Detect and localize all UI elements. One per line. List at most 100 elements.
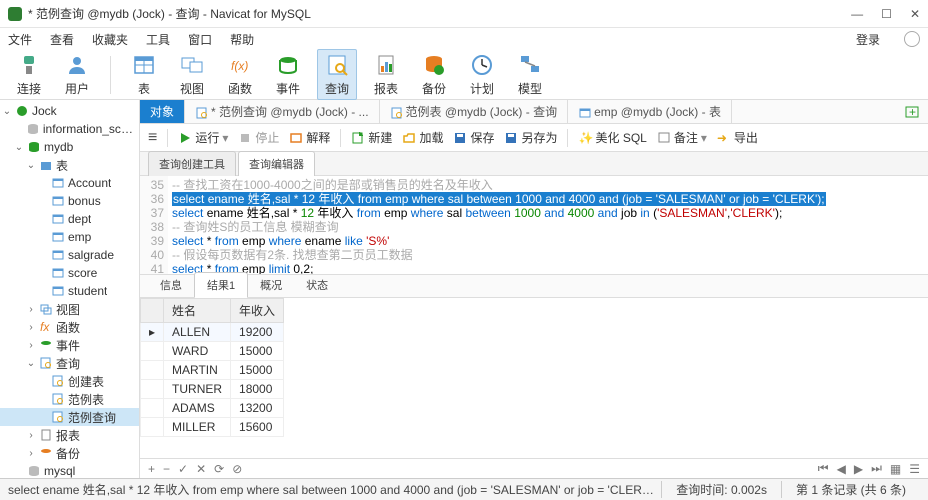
tree-item[interactable]: 范例表: [0, 390, 139, 408]
tree-twisty-icon[interactable]: ›: [26, 304, 36, 315]
restab-profile[interactable]: 概况: [248, 273, 294, 297]
tree-item[interactable]: ›fx函数: [0, 318, 139, 336]
beautify-button[interactable]: ✨美化 SQL: [578, 129, 646, 146]
table-row[interactable]: MILLER15600: [141, 418, 284, 437]
nav-next-icon[interactable]: ▶: [854, 462, 863, 476]
toolbar-user[interactable]: 用户: [58, 50, 96, 99]
tree-twisty-icon[interactable]: ›: [26, 448, 36, 459]
toolbar-schedule[interactable]: 计划: [463, 50, 501, 99]
stop-button[interactable]: 停止: [238, 129, 279, 146]
minimize-button[interactable]: —: [851, 7, 863, 21]
nav-add-icon[interactable]: +: [148, 462, 155, 476]
tree-item[interactable]: ›报表: [0, 426, 139, 444]
restab-info[interactable]: 信息: [148, 273, 194, 297]
tree-item[interactable]: mysql: [0, 462, 139, 478]
menu-icon[interactable]: ≡: [148, 129, 157, 147]
tree-twisty-icon[interactable]: ⌄: [26, 358, 36, 369]
toolbar-event[interactable]: 事件: [269, 50, 307, 99]
nav-prev-icon[interactable]: ◀: [837, 462, 846, 476]
object-tree[interactable]: ⌄Jockinformation_schema⌄mydb⌄表Accountbon…: [0, 100, 140, 478]
nav-ok-icon[interactable]: ✓: [178, 462, 188, 476]
close-button[interactable]: ✕: [910, 7, 920, 21]
sql-editor[interactable]: 3536373839404142 -- 查找工资在1000-4000之间的是部或…: [140, 176, 928, 274]
tree-twisty-icon[interactable]: ›: [26, 322, 36, 333]
login-link[interactable]: 登录: [856, 31, 880, 48]
tree-item[interactable]: ⌄mydb: [0, 138, 139, 156]
tree-twisty-icon[interactable]: ⌄: [2, 106, 12, 117]
subtab-editor[interactable]: 查询编辑器: [238, 151, 315, 176]
menu-window[interactable]: 窗口: [188, 31, 212, 48]
menu-tools[interactable]: 工具: [146, 31, 170, 48]
nav-cancel-icon[interactable]: ✕: [196, 462, 206, 476]
tree-item[interactable]: ⌄查询: [0, 354, 139, 372]
toolbar-fx[interactable]: f(x)函数: [221, 50, 259, 99]
toolbar-query[interactable]: 查询: [317, 49, 357, 100]
toolbar-model[interactable]: 模型: [511, 50, 549, 99]
tree-item[interactable]: ›备份: [0, 444, 139, 462]
nav-first-icon[interactable]: ⏮: [818, 461, 829, 476]
new-button[interactable]: 新建: [351, 129, 392, 146]
nav-grid-icon[interactable]: ▦: [890, 462, 901, 476]
menu-view[interactable]: 查看: [50, 31, 74, 48]
tree-item[interactable]: information_schema: [0, 120, 139, 138]
tree-item[interactable]: score: [0, 264, 139, 282]
run-button[interactable]: 运行▾: [178, 129, 228, 146]
tree-item[interactable]: Account: [0, 174, 139, 192]
saveas-button[interactable]: 另存为: [504, 129, 557, 146]
result-grid[interactable]: 姓名年收入▸ALLEN19200WARD15000MARTIN15000TURN…: [140, 298, 928, 458]
new-tab-icon[interactable]: +: [904, 104, 920, 120]
doc-tab[interactable]: 对象: [140, 100, 185, 123]
restab-result1[interactable]: 结果1: [194, 272, 248, 298]
toolbar-report[interactable]: 报表: [367, 50, 405, 99]
tree-item[interactable]: ›视图: [0, 300, 139, 318]
subtab-builder[interactable]: 查询创建工具: [148, 151, 236, 176]
menu-file[interactable]: 文件: [8, 31, 32, 48]
table-row[interactable]: ▸ALLEN19200: [141, 323, 284, 342]
nav-del-icon[interactable]: −: [163, 462, 170, 476]
toolbar-plug[interactable]: 连接: [10, 50, 48, 99]
explain-button[interactable]: 解释: [289, 129, 330, 146]
nav-last-icon[interactable]: ⏭: [871, 461, 882, 476]
tree-item[interactable]: student: [0, 282, 139, 300]
tree-twisty-icon[interactable]: ⌄: [14, 142, 24, 153]
maximize-button[interactable]: ☐: [881, 7, 892, 21]
nav-form-icon[interactable]: ☰: [909, 462, 920, 476]
restab-status[interactable]: 状态: [294, 273, 340, 297]
nav-refresh-icon[interactable]: ⟳: [214, 462, 224, 476]
tree-item[interactable]: ›事件: [0, 336, 139, 354]
note-button[interactable]: 备注▾: [657, 129, 707, 146]
save-button[interactable]: 保存: [453, 129, 494, 146]
col-header[interactable]: 姓名: [164, 299, 231, 323]
tree-twisty-icon[interactable]: ›: [26, 430, 36, 441]
toolbar-view[interactable]: 视图: [173, 50, 211, 99]
menu-help[interactable]: 帮助: [230, 31, 254, 48]
tree-item[interactable]: emp: [0, 228, 139, 246]
menu-fav[interactable]: 收藏夹: [92, 31, 128, 48]
tree-item[interactable]: bonus: [0, 192, 139, 210]
tree-label: emp: [68, 230, 91, 244]
user-avatar-icon[interactable]: [904, 31, 920, 47]
table-row[interactable]: WARD15000: [141, 342, 284, 361]
tree-twisty-icon[interactable]: ›: [26, 340, 36, 351]
tree-item[interactable]: ⌄表: [0, 156, 139, 174]
tree-twisty-icon[interactable]: ⌄: [26, 160, 36, 171]
doc-tab[interactable]: * 范例查询 @mydb (Jock) - ...: [185, 100, 380, 123]
toolbar-backup[interactable]: 备份: [415, 50, 453, 99]
table-row[interactable]: ADAMS13200: [141, 399, 284, 418]
export-button[interactable]: ➜导出: [717, 129, 758, 146]
table-row[interactable]: MARTIN15000: [141, 361, 284, 380]
tree-item[interactable]: 范例查询: [0, 408, 139, 426]
tree-item[interactable]: 创建表: [0, 372, 139, 390]
tree-item[interactable]: ⌄Jock: [0, 102, 139, 120]
doc-tab[interactable]: 范例表 @mydb (Jock) - 查询: [380, 100, 569, 123]
doc-tab[interactable]: emp @mydb (Jock) - 表: [568, 100, 732, 123]
toolbar-table[interactable]: 表: [125, 50, 163, 99]
status-sql: select ename 姓名,sal * 12 年收入 from emp wh…: [8, 481, 661, 498]
load-button[interactable]: 加载: [402, 129, 443, 146]
code-area[interactable]: -- 查找工资在1000-4000之间的是部或销售员的姓名及年收入 select…: [168, 176, 928, 274]
tree-item[interactable]: dept: [0, 210, 139, 228]
nav-stop-icon[interactable]: ⊘: [232, 462, 242, 476]
tree-item[interactable]: salgrade: [0, 246, 139, 264]
col-header[interactable]: 年收入: [231, 299, 284, 323]
table-row[interactable]: TURNER18000: [141, 380, 284, 399]
